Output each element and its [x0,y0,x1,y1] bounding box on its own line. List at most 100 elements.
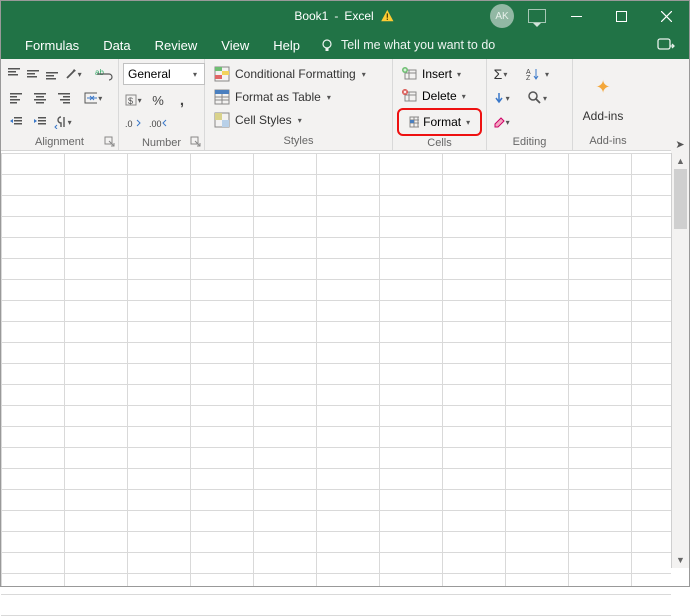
titlebar-right: AK [484,1,689,31]
tab-data[interactable]: Data [91,31,142,59]
format-as-table-icon [214,89,230,105]
align-middle-button[interactable] [24,63,41,85]
number-format-value: General [128,67,171,81]
rtl-icon [54,115,67,129]
align-middle-icon [26,67,40,81]
align-top-icon [7,67,21,81]
currency-icon: $ [124,93,137,107]
format-as-table-label: Format as Table [235,90,321,104]
doc-name: Book1 [294,9,328,23]
align-right-button[interactable] [53,87,75,109]
accounting-format-button[interactable]: $▾ [123,89,145,111]
insert-cells-button[interactable]: Insert▾ [397,63,482,85]
decrease-indent-icon [9,115,23,129]
alignment-dialog-launcher[interactable] [104,136,116,148]
window-title: Book1 - Excel [294,8,395,24]
group-styles-label: Styles [284,135,314,147]
svg-text:.00: .00 [149,119,162,129]
number-format-select[interactable]: General ▾ [123,63,205,85]
group-styles: Conditional Formatting ▾ Format as Table… [205,59,393,150]
addins-button[interactable]: ✦ [583,73,623,103]
svg-text:.0: .0 [125,119,133,129]
format-button-highlight: Format▾ [397,108,482,136]
title-sep: - [334,9,338,23]
pin-icon[interactable]: ➤ [671,135,689,153]
chevron-down-icon: ▾ [193,70,200,79]
tab-formulas[interactable]: Formulas [13,31,91,59]
sort-filter-icon: AZ [526,67,544,81]
find-select-button[interactable]: ▾ [525,87,553,109]
svg-text:$: $ [128,96,133,106]
comma-format-button[interactable]: , [171,89,193,111]
align-top-button[interactable] [5,63,22,85]
decrease-decimal-button[interactable]: .00 [147,113,169,135]
svg-text:ab: ab [95,68,104,77]
group-cells: Insert▾ Delete▾ Format▾ Cells [393,59,487,150]
warning-icon [380,8,396,24]
share-icon [657,37,675,53]
wrap-text-icon: ab [95,67,113,81]
delete-cells-button[interactable]: Delete▾ [397,85,482,107]
group-number-label: Number [142,137,181,149]
cell-styles-button[interactable]: Cell Styles ▾ [209,109,388,131]
title-bar: Book1 - Excel AK [1,1,689,31]
delete-label: Delete [422,89,457,103]
format-label: Format [423,115,461,129]
autosum-button[interactable]: Σ▾ [491,63,513,85]
increase-decimal-button[interactable]: .0 [123,113,145,135]
increase-indent-icon [33,115,47,129]
align-right-icon [57,91,71,105]
fill-button[interactable]: ▾ [491,87,513,109]
ribbon: ▾ ab ▾ ▾ Alignment General [1,59,689,151]
eraser-icon [492,115,505,129]
tab-help[interactable]: Help [261,31,312,59]
conditional-formatting-button[interactable]: Conditional Formatting ▾ [209,63,388,85]
ribbon-tabs: Formulas Data Review View Help Tell me w… [1,31,689,59]
group-cells-label: Cells [427,137,451,149]
scroll-up-arrow[interactable]: ▲ [672,153,689,169]
orientation-icon [64,67,77,81]
group-editing: Σ▾ AZ▾ ▾ ▾ ▾ Editing [487,59,573,150]
cell-styles-label: Cell Styles [235,113,292,127]
align-bottom-button[interactable] [44,63,61,85]
find-icon [528,91,542,105]
app-name: Excel [344,9,373,23]
group-alignment-label: Alignment [35,136,84,148]
decrease-indent-button[interactable] [5,111,27,133]
percent-format-button[interactable]: % [147,89,169,111]
tell-me-search[interactable]: Tell me what you want to do [320,38,495,53]
close-button[interactable] [644,1,689,31]
vertical-scrollbar[interactable]: ▲ ▼ [671,153,689,568]
align-left-icon [9,91,23,105]
align-left-button[interactable] [5,87,27,109]
svg-text:Z: Z [526,75,531,81]
worksheet-grid[interactable]: ▲ ▼ [1,153,689,586]
group-editing-label: Editing [513,136,547,148]
minimize-button[interactable] [554,1,599,31]
user-avatar[interactable]: AK [490,4,514,28]
increase-decimal-icon: .0 [125,117,143,131]
merge-center-button[interactable]: ▾ [83,87,105,109]
orientation-button[interactable]: ▾ [63,63,85,85]
addins-label: Add-ins [583,109,624,123]
increase-indent-button[interactable] [29,111,51,133]
tab-review[interactable]: Review [143,31,210,59]
format-as-table-button[interactable]: Format as Table ▾ [209,86,388,108]
clear-button[interactable]: ▾ [491,111,513,133]
fill-icon [492,91,505,105]
scrollbar-thumb[interactable] [674,169,687,229]
share-button[interactable] [657,37,675,53]
wrap-text-button[interactable]: ab [94,63,114,85]
tab-view[interactable]: View [209,31,261,59]
ribbon-display-options-icon[interactable] [528,9,546,23]
sparkle-icon: ✦ [595,77,610,98]
rtl-button[interactable]: ▾ [53,111,75,133]
scroll-down-arrow[interactable]: ▼ [672,552,689,568]
lightbulb-icon [320,38,335,53]
number-dialog-launcher[interactable] [190,136,202,148]
sort-filter-button[interactable]: AZ▾ [525,63,553,85]
conditional-formatting-label: Conditional Formatting [235,67,356,81]
format-cells-button[interactable]: Format▾ [403,111,476,133]
maximize-button[interactable] [599,1,644,31]
align-center-button[interactable] [29,87,51,109]
